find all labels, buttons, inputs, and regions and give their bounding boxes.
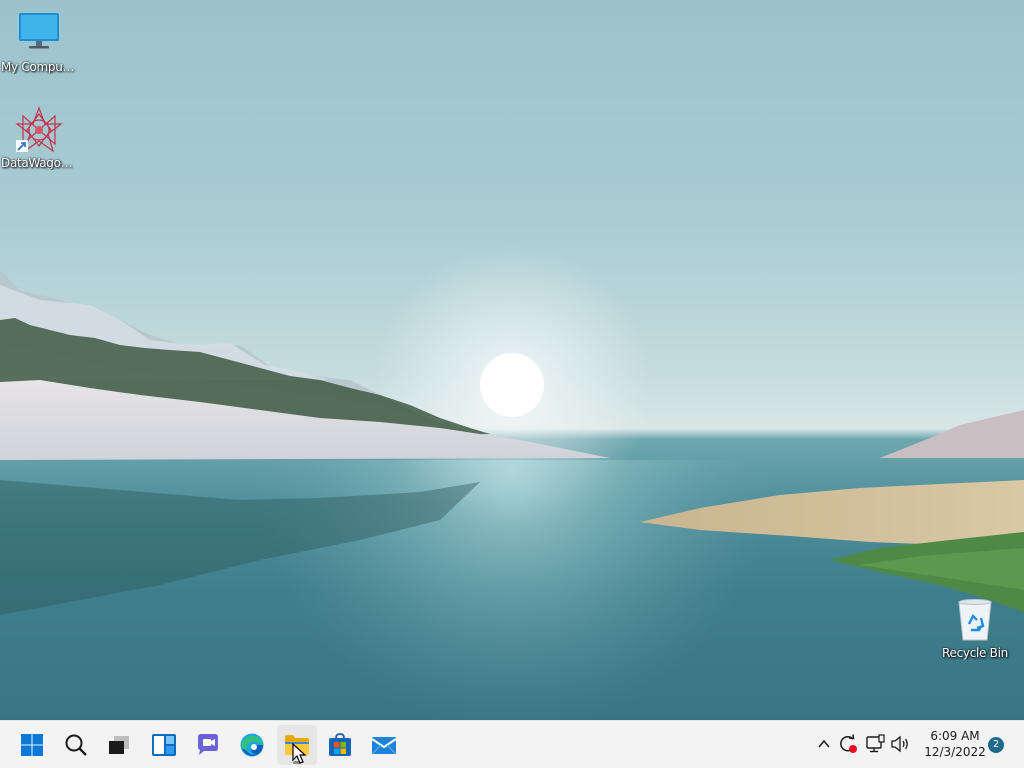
widgets-button[interactable] (144, 725, 184, 765)
desktop-icon-label: DataWagon... (1, 156, 77, 170)
mail-button[interactable] (364, 725, 404, 765)
file-explorer-button[interactable] (277, 725, 317, 765)
network-icon (866, 734, 885, 753)
clock-time: 6:09 AM (930, 729, 980, 743)
desktop-icon-datawagon[interactable]: DataWagon... (1, 106, 77, 170)
microsoft-store-button[interactable] (320, 725, 360, 765)
wallpaper-scenery (0, 245, 1024, 720)
recycle-bin-icon (951, 596, 999, 644)
search-icon (65, 734, 87, 756)
task-view-icon (109, 736, 129, 754)
start-button[interactable] (12, 725, 52, 765)
search-button[interactable] (56, 725, 96, 765)
network-button[interactable] (864, 733, 886, 755)
datawagon-star-icon (15, 106, 63, 154)
chevron-up-icon (818, 739, 830, 748)
desktop-background[interactable]: My Computer DataWagon... Recycle Bin (0, 0, 1024, 720)
sync-status-button[interactable] (837, 733, 859, 755)
volume-icon (891, 735, 908, 753)
widgets-icon (152, 734, 176, 756)
teams-chat-icon (198, 734, 218, 755)
clock-button[interactable]: 6:09 AM 12/3/2022 (912, 728, 998, 760)
sync-icon (840, 734, 857, 753)
notification-badge[interactable]: 2 (988, 737, 1004, 753)
show-hidden-icons-button[interactable] (813, 733, 835, 755)
monitor-icon (15, 10, 63, 58)
volume-button[interactable] (889, 733, 911, 755)
store-icon (329, 733, 351, 756)
taskbar: 6:09 AM 12/3/2022 2 (0, 720, 1024, 768)
desktop-icon-my-computer[interactable]: My Computer (1, 10, 77, 74)
windows-start-icon (21, 734, 43, 756)
desktop-icon-label: Recycle Bin (942, 646, 1008, 660)
mail-icon (371, 737, 397, 755)
desktop-icon-label: My Computer (1, 60, 77, 74)
edge-button[interactable] (232, 725, 272, 765)
task-view-button[interactable] (99, 725, 139, 765)
chat-button[interactable] (188, 725, 228, 765)
edge-icon (240, 733, 264, 757)
desktop-icon-recycle-bin[interactable]: Recycle Bin (937, 596, 1013, 660)
clock-date: 12/3/2022 (924, 745, 986, 759)
folder-icon (285, 735, 309, 755)
